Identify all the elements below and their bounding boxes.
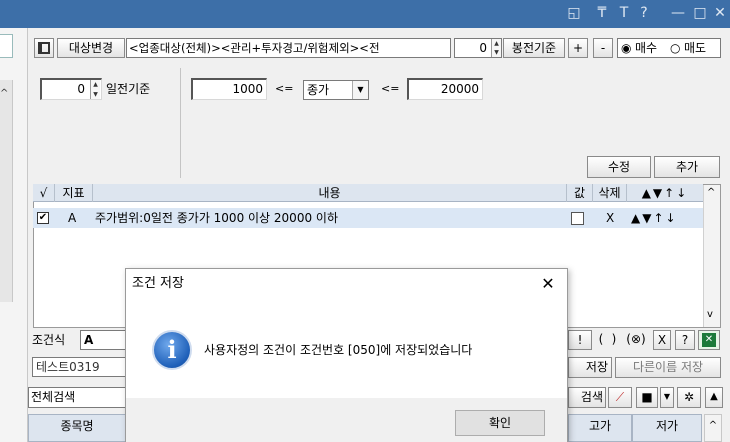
header-delete: 삭제	[593, 184, 627, 202]
op-xor-button[interactable]: (⊗)	[621, 330, 651, 350]
minimize-icon[interactable]: —	[670, 4, 686, 22]
target-text-field[interactable]: <업종대상(전체)><관리+투자경고/위험제외><전	[126, 38, 451, 58]
op-x-button[interactable]: X	[653, 330, 671, 350]
window-titlebar: ◱ ₸ T ? — □ ✕	[0, 0, 730, 28]
minus-button[interactable]: -	[593, 38, 613, 58]
grid-header: √ 지표 내용 값 삭제 ▲▼↑↓	[33, 184, 703, 202]
chevron-down-icon-2[interactable]: ▼	[660, 387, 674, 408]
operator-le-1: <=	[275, 82, 294, 95]
help-icon[interactable]: ?	[636, 4, 652, 22]
header-check: √	[33, 184, 55, 202]
dialog-message: 사용자정의 조건이 조건번호 [050]에 저장되었습니다	[204, 343, 473, 357]
max-price-input[interactable]: 20000	[407, 78, 483, 100]
header-indicator: 지표	[55, 184, 93, 202]
info-icon: i	[152, 330, 192, 370]
search-scope-field[interactable]: 전체검색	[28, 387, 126, 408]
buy-radio[interactable]: ◉	[621, 39, 631, 57]
min-price-input[interactable]: 1000	[191, 78, 267, 100]
collapse-up-icon[interactable]: ▲	[705, 387, 723, 408]
row-value-checkbox[interactable]	[571, 212, 584, 225]
panel-toggle-icon[interactable]	[34, 38, 54, 58]
gear-icon[interactable]: ✲	[677, 387, 701, 408]
dialog-close-icon[interactable]: ✕	[536, 273, 560, 295]
save-as-button[interactable]: 다른이름 저장	[615, 357, 721, 378]
price-field-value: 종가	[307, 83, 330, 97]
formula-label: 조건식	[32, 333, 66, 347]
modify-button[interactable]: 수정	[587, 156, 651, 178]
buy-label: 매수	[635, 41, 658, 55]
left-input-box[interactable]	[0, 34, 13, 58]
row-delete-button[interactable]: X	[606, 208, 614, 228]
candle-basis-button[interactable]: 봉전기준	[503, 38, 565, 58]
buy-sell-radio-group: ◉ 매수 ○ 매도	[617, 38, 721, 58]
sell-radio[interactable]: ○	[670, 39, 680, 57]
days-basis-label: 일전기준	[106, 82, 151, 96]
header-value: 값	[567, 184, 593, 202]
scroll-down-icon[interactable]: v	[707, 309, 713, 320]
search-button[interactable]: 검색	[568, 387, 606, 408]
sell-label: 매도	[684, 41, 707, 55]
font-icon[interactable]: T	[616, 4, 632, 22]
candle-offset-stepper[interactable]: ▲ ▼	[491, 39, 501, 57]
condition-name-input[interactable]: 테스트0319	[32, 357, 126, 377]
save-button[interactable]: 저장	[568, 357, 612, 378]
header-content: 내용	[93, 184, 567, 202]
grid-scrollbar[interactable]: ^ v	[703, 185, 720, 327]
excel-icon[interactable]: ✕	[698, 330, 720, 350]
target-change-button[interactable]: 대상변경	[57, 38, 125, 58]
op-not-button[interactable]: !	[568, 330, 592, 350]
row-move-buttons[interactable]: ▲▼↑↓	[631, 208, 678, 228]
window-restore-icon[interactable]: ◱	[566, 4, 582, 22]
ok-button[interactable]: 확인	[455, 410, 545, 436]
dialog-title: 조건 저장	[132, 276, 184, 291]
maximize-icon[interactable]: □	[692, 4, 708, 22]
add-button[interactable]: 추가	[654, 156, 720, 178]
row-content: 주가범위:0일전 종가가 1000 이상 20000 이하	[95, 211, 338, 225]
scroll-up-icon[interactable]: ^	[707, 187, 715, 198]
list-icon[interactable]: ■	[636, 387, 658, 408]
vertical-divider	[180, 68, 181, 178]
chart-icon[interactable]: ⟋	[608, 387, 632, 408]
left-scroll-up-icon[interactable]: ^	[0, 88, 12, 99]
results-header-low: 저가	[632, 414, 702, 442]
header-move: ▲▼↑↓	[641, 186, 689, 200]
formula-operator-group: ! ( ) (⊗) X ? ✕	[568, 330, 720, 350]
table-row[interactable]: ✔ A 주가범위:0일전 종가가 1000 이상 20000 이하 X ▲▼↑↓	[33, 208, 703, 228]
op-help-button[interactable]: ?	[675, 330, 695, 350]
op-close-paren-button[interactable]: )	[608, 330, 620, 350]
plus-button[interactable]: +	[568, 38, 588, 58]
row-indicator: A	[68, 211, 77, 225]
chevron-down-icon[interactable]: ▼	[352, 81, 368, 99]
price-field-select[interactable]: 종가 ▼	[303, 80, 369, 100]
results-header-high: 고가	[568, 414, 632, 442]
row-checkbox[interactable]: ✔	[37, 212, 49, 224]
days-offset-stepper[interactable]: ▲ ▼	[90, 80, 100, 99]
results-scroll-up-icon[interactable]: ^	[704, 414, 722, 442]
formula-input[interactable]: A	[80, 330, 126, 350]
results-header-name: 종목명	[28, 414, 126, 442]
pin-icon[interactable]: ₸	[594, 4, 610, 22]
operator-le-2: <=	[381, 82, 400, 95]
op-open-paren-button[interactable]: (	[593, 330, 609, 350]
close-icon[interactable]: ✕	[712, 4, 728, 22]
left-scrollbar[interactable]	[0, 80, 13, 302]
